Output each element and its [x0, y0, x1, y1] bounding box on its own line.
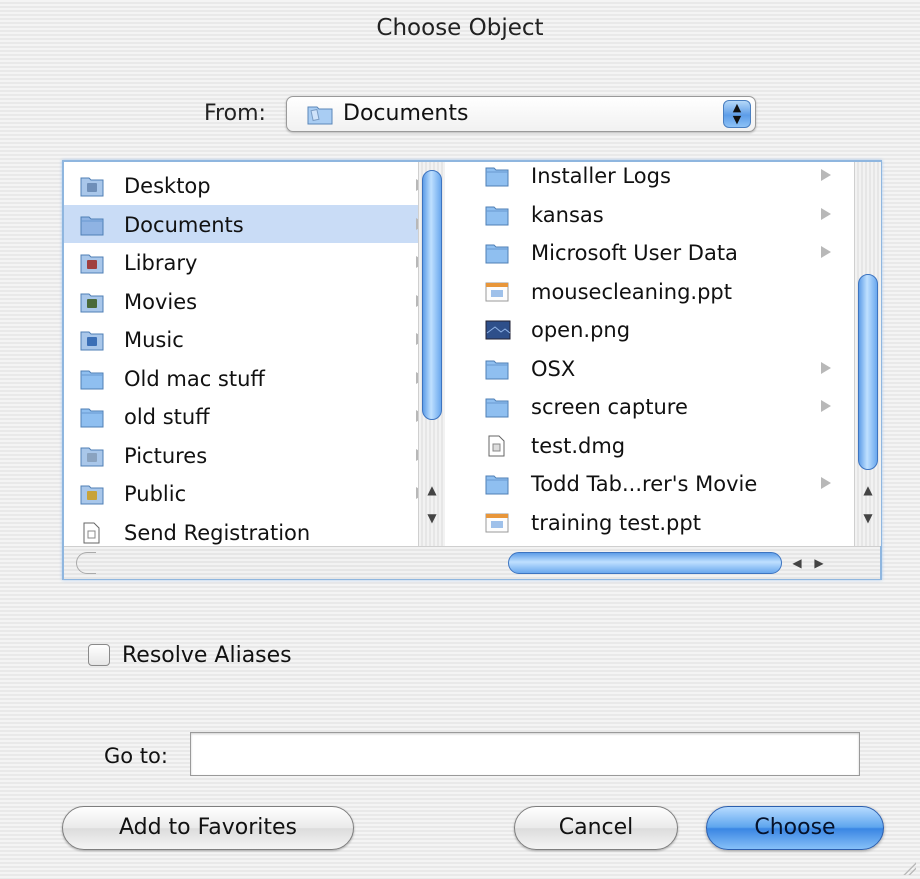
list-item[interactable]: OSX [445, 349, 881, 387]
list-item-label: screen capture [531, 395, 688, 419]
list-item[interactable]: Microsoft User Data [445, 233, 881, 271]
list-item-label: Old mac stuff [124, 366, 265, 391]
list-item[interactable]: Desktop [64, 166, 444, 204]
folder-icon [80, 406, 104, 428]
list-item-label: Desktop [124, 174, 211, 198]
scrollbar-thumb[interactable] [422, 170, 442, 420]
column-2-scrollbar[interactable]: ▲ ▼ [854, 162, 881, 546]
list-item-label: Pictures [124, 443, 208, 468]
list-item-label: Music [124, 328, 184, 352]
column-browser[interactable]: Desktop Documents Library Movies Music Old ma… [62, 160, 882, 580]
cancel-button[interactable]: Cancel [514, 806, 678, 850]
list-item[interactable]: Old mac stuff [64, 359, 444, 397]
folder-icon [307, 103, 333, 129]
list-item-label: Send Registration [124, 520, 311, 545]
list-item-label: open.png [531, 318, 631, 342]
column-1[interactable]: Desktop Documents Library Movies Music Old ma… [64, 162, 445, 546]
list-item-label: training test.ppt [531, 510, 701, 535]
disclosure-arrow-icon [821, 477, 831, 489]
list-item[interactable]: test.dmg [445, 426, 881, 464]
list-item[interactable]: Documents [64, 204, 444, 243]
list-item[interactable]: Installer Logs [445, 162, 881, 194]
list-item[interactable]: open.png [445, 310, 881, 348]
list-item[interactable]: training test.ppt [445, 503, 881, 541]
list-item[interactable]: Send Registration [64, 513, 444, 547]
powerpoint-file-icon [485, 281, 509, 301]
list-item[interactable]: mousecleaning.ppt [445, 272, 881, 310]
folder-icon [485, 204, 509, 225]
add-to-favorites-button[interactable]: Add to Favorites [62, 806, 354, 850]
list-item-label: OSX [531, 356, 576, 381]
list-item[interactable]: Movies [64, 282, 444, 320]
library-icon [80, 252, 104, 274]
choose-button[interactable]: Choose [706, 806, 884, 850]
scrollbar-track-cap [76, 552, 96, 574]
list-item[interactable]: screen capture [445, 387, 881, 425]
list-item[interactable]: kansas [445, 195, 881, 233]
movies-icon [80, 291, 104, 312]
list-item[interactable]: Pictures [64, 436, 444, 474]
disclosure-arrow-icon [821, 400, 831, 412]
folder-icon [80, 214, 104, 235]
music-icon [80, 329, 104, 351]
goto-label: Go to: [104, 744, 168, 768]
from-label: From: [204, 101, 266, 126]
folder-icon [485, 358, 509, 379]
scroll-down-icon[interactable]: ▼ [419, 508, 445, 528]
folder-icon [485, 242, 509, 264]
scrollbar-thumb[interactable] [858, 274, 878, 470]
goto-input[interactable] [190, 732, 860, 776]
desktop-icon [80, 175, 104, 197]
folder-icon [485, 473, 509, 495]
list-item-label: Movies [124, 289, 198, 314]
document-icon [80, 522, 102, 543]
disk-image-icon [485, 435, 507, 456]
list-item-label: old stuff [124, 405, 210, 429]
scroll-down-icon[interactable]: ▼ [855, 508, 881, 528]
folder-icon [485, 396, 509, 418]
scrollbar-thumb[interactable] [508, 552, 782, 574]
disclosure-arrow-icon [821, 246, 831, 258]
resolve-aliases-checkbox[interactable] [88, 644, 110, 666]
disclosure-arrow-icon [821, 207, 831, 220]
pictures-icon [80, 445, 104, 466]
from-popup[interactable]: Documents ▲ ▼ [286, 96, 756, 132]
folder-icon [485, 165, 509, 187]
popup-stepper-icon: ▲ ▼ [723, 100, 751, 128]
scroll-up-icon[interactable]: ▲ [855, 480, 881, 500]
list-item[interactable]: old stuff [64, 397, 444, 435]
list-item-label: kansas [531, 202, 604, 227]
disclosure-arrow-icon [821, 169, 831, 181]
folder-icon [80, 368, 104, 389]
list-item-label: test.dmg [531, 433, 626, 458]
resize-grip-icon[interactable] [902, 861, 916, 875]
list-item-label: Todd Tab...rer's Movie [531, 472, 758, 496]
scroll-up-icon[interactable]: ▲ [419, 480, 445, 500]
scroll-left-icon[interactable]: ◀ [786, 552, 808, 574]
scroll-right-icon[interactable]: ▶ [808, 552, 830, 574]
list-item-label: Installer Logs [531, 164, 671, 188]
list-item[interactable]: Library [64, 243, 444, 281]
from-popup-value: Documents [343, 101, 469, 126]
horizontal-scrollbar[interactable]: ◀ ▶ [64, 546, 880, 579]
list-item-label: Microsoft User Data [531, 241, 738, 265]
list-item[interactable]: Music [64, 320, 444, 358]
column-2[interactable]: Installer Logs kansas Microsoft User Data m… [445, 162, 881, 546]
list-item-label: Documents [124, 212, 244, 237]
disclosure-arrow-icon [821, 361, 831, 374]
public-icon [80, 483, 104, 505]
column-1-scrollbar[interactable]: ▲ ▼ [418, 162, 445, 546]
list-item[interactable]: Public [64, 474, 444, 512]
list-item-label: Public [124, 482, 187, 506]
resolve-aliases-label: Resolve Aliases [122, 643, 292, 668]
list-item[interactable]: Todd Tab...rer's Movie [445, 464, 881, 502]
list-item-label: Library [124, 251, 198, 275]
image-file-icon [485, 319, 511, 340]
list-item-label: mousecleaning.ppt [531, 279, 732, 304]
powerpoint-file-icon [485, 512, 509, 532]
window-title: Choose Object [376, 15, 544, 41]
